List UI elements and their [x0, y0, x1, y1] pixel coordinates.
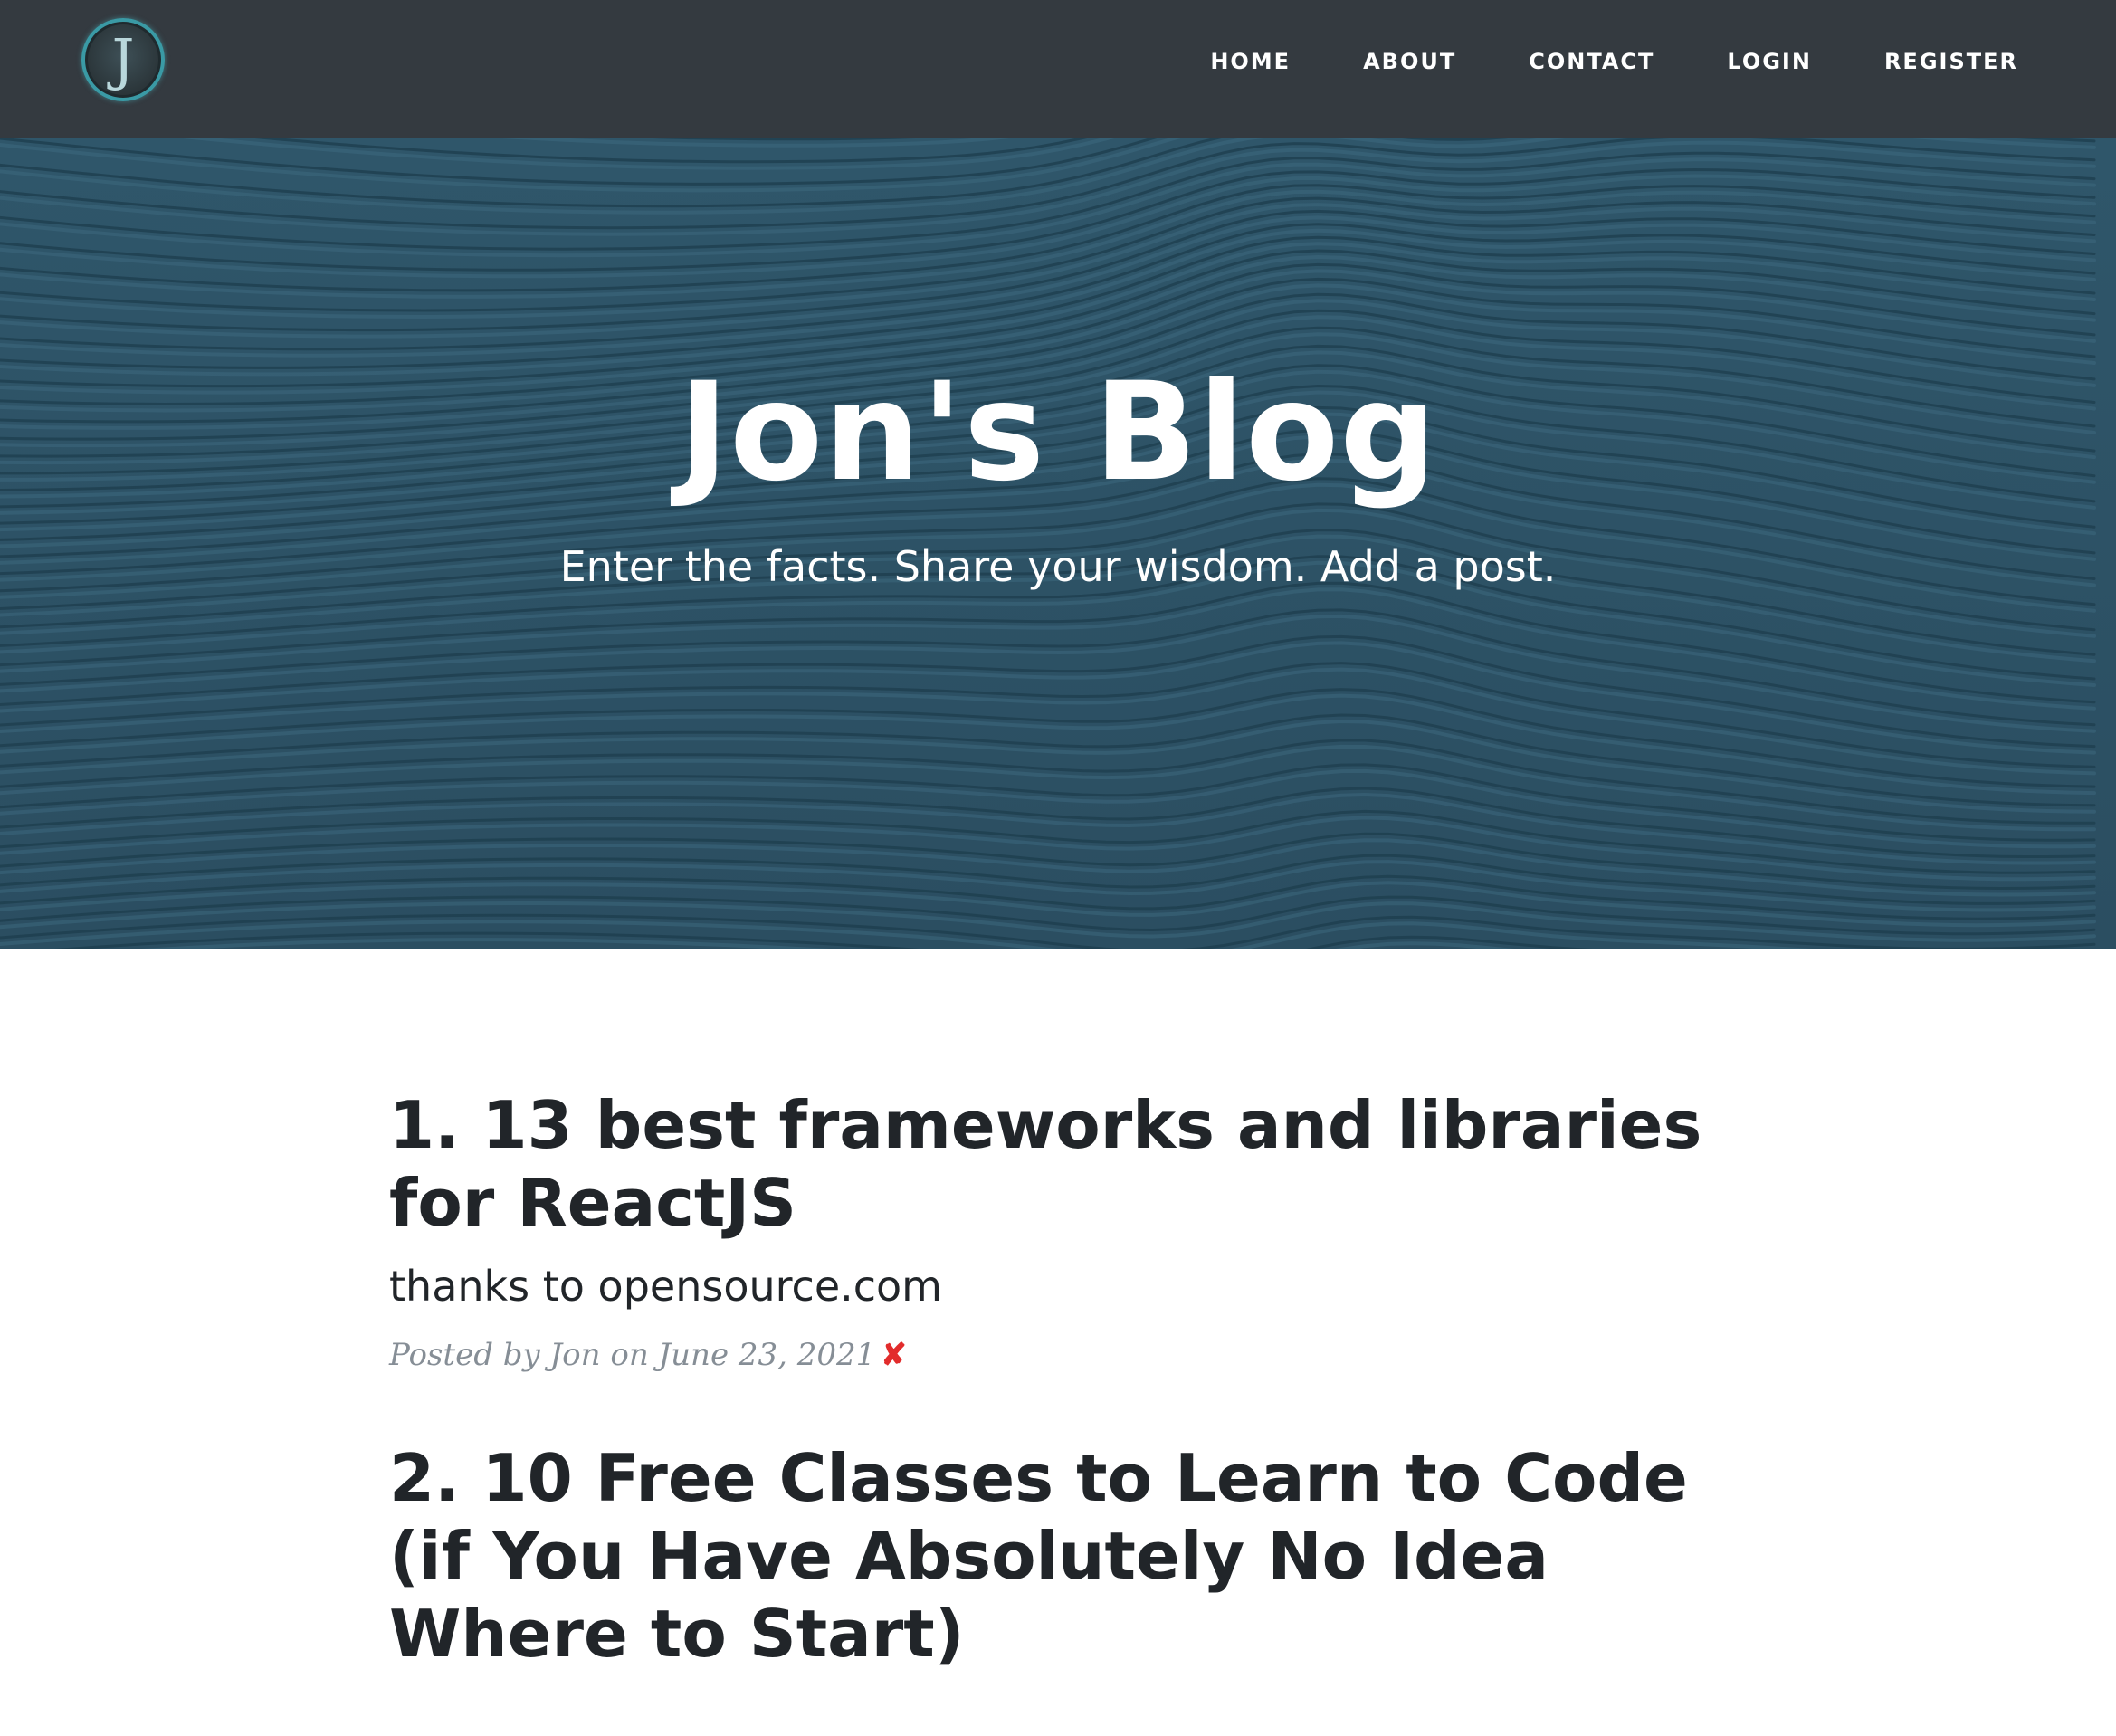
- logo[interactable]: J: [81, 18, 165, 101]
- navbar: J HOME ABOUT CONTACT LOGIN REGISTER: [0, 0, 2116, 138]
- post-preview: 1. 13 best frameworks and libraries for …: [389, 1086, 1729, 1376]
- nav-links: HOME ABOUT CONTACT LOGIN REGISTER: [1138, 0, 2018, 122]
- post-meta: Posted by Jon on June 23, 2021 ✘: [389, 1334, 1729, 1376]
- nav-link-register[interactable]: REGISTER: [1884, 49, 2018, 74]
- hero-header: Jon's Blog Enter the facts. Share your w…: [0, 138, 2116, 949]
- delete-icon[interactable]: ✘: [881, 1337, 907, 1373]
- post-title[interactable]: 2. 10 Free Classes to Learn to Code (if …: [389, 1439, 1729, 1673]
- nav-link-home[interactable]: HOME: [1210, 49, 1291, 74]
- nav-link-login[interactable]: LOGIN: [1727, 49, 1812, 74]
- nav-link-about[interactable]: ABOUT: [1363, 49, 1456, 74]
- hero-subtitle: Enter the facts. Share your wisdom. Add …: [559, 542, 1557, 591]
- post-preview: 2. 10 Free Classes to Learn to Code (if …: [389, 1439, 1729, 1673]
- post-title[interactable]: 1. 13 best frameworks and libraries for …: [389, 1086, 1729, 1242]
- hero-title: Jon's Blog: [678, 354, 1438, 511]
- logo-letter: J: [111, 26, 135, 92]
- nav-link-contact[interactable]: CONTACT: [1529, 49, 1654, 74]
- post-list: 1. 13 best frameworks and libraries for …: [389, 1086, 1729, 1736]
- post-subtitle: thanks to opensource.com: [389, 1262, 942, 1311]
- post-meta-text: Posted by Jon on June 23, 2021: [389, 1337, 876, 1373]
